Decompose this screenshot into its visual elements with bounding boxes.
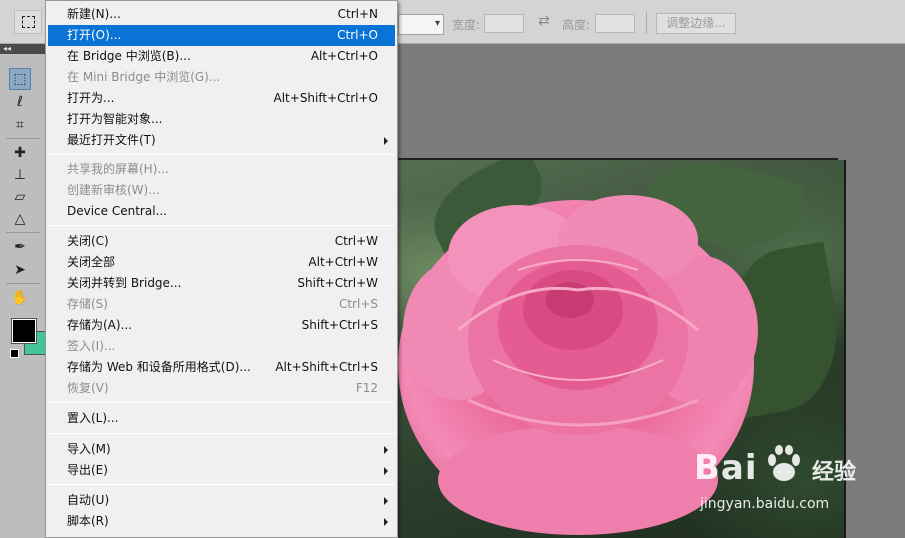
menu-item-save-as[interactable]: 存储为(A)... Shift+Ctrl+S — [48, 315, 395, 336]
chevron-down-icon: ▾ — [434, 18, 440, 29]
menu-item-place[interactable]: 置入(L)... — [48, 408, 395, 429]
menu-item-create-new-review: 创建新审核(W)... — [67, 183, 160, 197]
options-divider — [646, 12, 647, 34]
menu-item-save-for-web[interactable]: 存储为 Web 和设备所用格式(D)... Alt+Shift+Ctrl+S — [48, 357, 395, 378]
menu-separator — [48, 402, 395, 403]
submenu-arrow-icon — [384, 467, 388, 475]
menu-item-close-and-go-to-bridge[interactable]: 关闭并转到 Bridge... Shift+Ctrl+W — [48, 273, 395, 294]
path-selection-tool-icon[interactable]: ➤ — [9, 259, 31, 281]
clone-stamp-tool-icon[interactable]: ⊥ — [9, 164, 31, 186]
menu-item-new[interactable]: 新建(N)... Ctrl+N — [48, 4, 395, 25]
menu-item-browse-in-bridge[interactable]: 在 Bridge 中浏览(B)... Alt+Ctrl+O — [48, 46, 395, 67]
eraser-tool-icon[interactable]: ▱ — [9, 186, 31, 208]
menu-item-share-my-screen: 共享我的屏幕(H)... — [67, 162, 169, 176]
rectangular-marquee-tool-icon[interactable]: ⬚ — [9, 68, 31, 90]
height-label: 高度: — [562, 18, 591, 32]
menu-separator — [48, 484, 395, 485]
submenu-arrow-icon — [384, 497, 388, 505]
blur-tool-icon[interactable]: △ — [9, 208, 31, 230]
width-label: 宽度: — [452, 18, 481, 32]
menu-item-open-recent[interactable]: 最近打开文件(T) — [48, 130, 395, 151]
menu-item-save: 存储(S) Ctrl+S — [67, 297, 378, 311]
toolbox-collapse-handle[interactable]: ◂◂ — [0, 44, 46, 54]
menu-item-scripts[interactable]: 脚本(R) — [48, 511, 395, 532]
height-input[interactable] — [595, 14, 635, 33]
tool-divider — [6, 283, 40, 284]
menu-item-open[interactable]: 打开(O)... Ctrl+O — [48, 25, 395, 46]
menu-separator — [48, 433, 395, 434]
menu-separator — [48, 225, 395, 226]
menu-item-close[interactable]: 关闭(C) Ctrl+W — [48, 231, 395, 252]
menu-item-import[interactable]: 导入(M) — [48, 439, 395, 460]
style-select[interactable]: ▾ — [398, 14, 444, 35]
submenu-arrow-icon — [384, 137, 388, 145]
file-menu: 新建(N)... Ctrl+N 打开(O)... Ctrl+O 在 Bridge… — [45, 0, 398, 538]
marquee-preset-icon[interactable] — [14, 10, 42, 34]
default-colors-icon[interactable] — [10, 349, 19, 358]
menu-item-close-all[interactable]: 关闭全部 Alt+Ctrl+W — [48, 252, 395, 273]
menu-item-export[interactable]: 导出(E) — [48, 460, 395, 481]
width-input[interactable] — [484, 14, 524, 33]
tool-divider — [6, 232, 40, 233]
menu-item-check-in: 签入(I)... — [67, 339, 116, 353]
menu-item-revert: 恢复(V) F12 — [67, 381, 378, 395]
tool-divider — [6, 138, 40, 139]
menu-item-automate[interactable]: 自动(U) — [48, 490, 395, 511]
lasso-tool-icon[interactable]: ℓ — [9, 91, 31, 113]
toolbox: ⬚ ℓ ⌗ ✚ ⊥ ▱ △ ✒ ➤ ✋ — [0, 54, 48, 538]
submenu-arrow-icon — [384, 446, 388, 454]
document-canvas[interactable] — [398, 160, 846, 538]
crop-tool-icon[interactable]: ⌗ — [9, 114, 31, 136]
menu-item-open-as[interactable]: 打开为... Alt+Shift+Ctrl+O — [48, 88, 395, 109]
menu-item-browse-in-mini-bridge: 在 Mini Bridge 中浏览(G)... — [67, 70, 221, 84]
hand-tool-icon[interactable]: ✋ — [9, 287, 31, 309]
foreground-color-swatch[interactable] — [11, 318, 37, 344]
menu-separator — [48, 154, 395, 155]
submenu-arrow-icon — [384, 518, 388, 526]
camellia-flower-image — [398, 195, 758, 535]
healing-brush-tool-icon[interactable]: ✚ — [9, 142, 31, 164]
swap-dimensions-icon[interactable]: ⇄ — [538, 13, 550, 29]
menu-item-device-central[interactable]: Device Central... — [48, 201, 395, 222]
refine-edge-button[interactable]: 调整边缘... — [656, 13, 736, 34]
menu-item-open-as-smart-object[interactable]: 打开为智能对象... — [48, 109, 395, 130]
pen-tool-icon[interactable]: ✒ — [9, 236, 31, 258]
